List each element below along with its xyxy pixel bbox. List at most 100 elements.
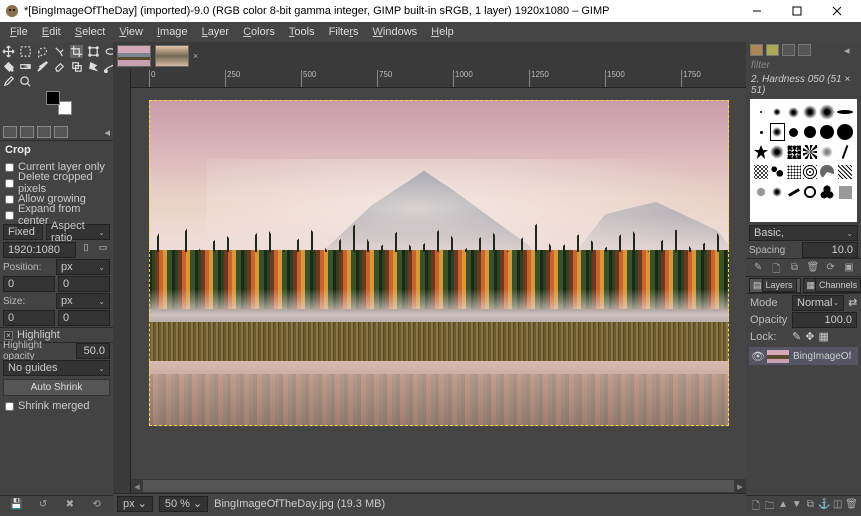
horizontal-scrollbar[interactable]: ◂ ▸ (131, 479, 746, 493)
tab-menu-icon[interactable]: ◂ (104, 126, 110, 138)
delete-cropped-checkbox[interactable] (5, 179, 14, 188)
brush-item[interactable] (837, 163, 853, 181)
reset-options-icon[interactable]: ⟲ (91, 499, 103, 511)
canvas-image[interactable] (149, 100, 729, 426)
scroll-left-icon[interactable]: ◂ (131, 480, 143, 493)
move-tool-icon[interactable] (2, 45, 15, 58)
crop-tool-icon[interactable] (70, 45, 83, 58)
transform-tool-icon[interactable] (87, 45, 100, 58)
menu-image[interactable]: Image (151, 24, 194, 40)
brush-item[interactable] (787, 163, 801, 181)
menu-edit[interactable]: Edit (36, 24, 67, 40)
orientation-landscape-icon[interactable]: ▭ (96, 242, 110, 258)
current-layer-only-checkbox[interactable] (5, 163, 14, 172)
menu-colors[interactable]: Colors (237, 24, 281, 40)
size-h-input[interactable]: 0 (58, 310, 110, 326)
position-unit-select[interactable]: px⌄ (56, 259, 110, 275)
menu-file[interactable]: File (4, 24, 34, 40)
delete-brush-icon[interactable]: 🗑 (807, 262, 819, 274)
lock-position-icon[interactable]: ✥ (805, 330, 814, 343)
images-tab-icon[interactable] (54, 126, 68, 138)
brush-item-selected[interactable] (770, 123, 784, 141)
aspect-ratio-input[interactable]: 1920:1080 (3, 242, 76, 258)
delete-layer-icon[interactable]: 🗑 (845, 499, 857, 511)
smudge-tool-icon[interactable] (87, 60, 100, 73)
shrink-merged-checkbox[interactable] (5, 402, 14, 411)
brush-item[interactable] (837, 103, 853, 121)
paintbrush-tool-icon[interactable] (36, 60, 49, 73)
scroll-right-icon[interactable]: ▸ (734, 480, 746, 493)
color-picker-tool-icon[interactable] (2, 75, 15, 88)
visibility-eye-icon[interactable]: 👁 (751, 350, 763, 363)
close-tab-icon[interactable]: × (193, 51, 203, 61)
brush-item[interactable] (770, 103, 784, 121)
brush-item[interactable] (803, 163, 817, 181)
brush-item[interactable] (754, 163, 768, 181)
brush-item[interactable] (803, 123, 817, 141)
new-group-icon[interactable]: 🗀 (763, 499, 775, 511)
patterns-tab-icon[interactable] (766, 44, 779, 56)
brushes-tab-icon[interactable] (750, 44, 763, 56)
horizontal-ruler[interactable]: 0 250 500 750 1000 1250 1500 1750 (131, 70, 746, 88)
brush-item[interactable] (754, 103, 768, 121)
vertical-ruler[interactable] (113, 70, 131, 493)
allow-growing-checkbox[interactable] (5, 195, 14, 204)
merge-layer-icon[interactable]: ⚓ (818, 499, 830, 511)
zoom-tool-icon[interactable] (19, 75, 32, 88)
brush-item[interactable] (770, 183, 784, 201)
mode-select[interactable]: Normal⌄ (792, 295, 844, 311)
duplicate-brush-icon[interactable]: ⧉ (788, 262, 800, 274)
brush-item[interactable] (787, 103, 801, 121)
position-x-input[interactable]: 0 (3, 276, 55, 292)
gradient-tool-icon[interactable] (19, 60, 32, 73)
new-layer-icon[interactable]: 🗋 (750, 499, 762, 511)
eraser-tool-icon[interactable] (53, 60, 66, 73)
auto-shrink-button[interactable]: Auto Shrink (3, 379, 110, 396)
brush-item[interactable] (819, 183, 835, 201)
new-brush-icon[interactable]: 🗋 (770, 262, 782, 274)
unit-select[interactable]: px⌄ (117, 496, 153, 512)
lower-layer-icon[interactable]: ▼ (791, 499, 803, 511)
image-tab-1[interactable] (117, 45, 151, 67)
refresh-brushes-icon[interactable]: ⟳ (825, 262, 837, 274)
menu-tools[interactable]: Tools (283, 24, 321, 40)
brush-item[interactable] (819, 123, 835, 141)
lock-alpha-icon[interactable]: ▦ (818, 330, 828, 343)
device-status-tab-icon[interactable] (20, 126, 34, 138)
brush-item[interactable] (819, 163, 835, 181)
layer-item[interactable]: 👁 BingImageOf (749, 347, 858, 365)
fuzzy-select-tool-icon[interactable] (53, 45, 66, 58)
menu-windows[interactable]: Windows (367, 24, 424, 40)
fg-bg-colors[interactable] (46, 91, 72, 115)
expand-from-center-checkbox[interactable] (5, 211, 14, 220)
highlight-toggle[interactable]: × (4, 331, 13, 340)
maximize-button[interactable] (777, 0, 817, 22)
duplicate-layer-icon[interactable]: ⧉ (804, 499, 816, 511)
brush-item[interactable] (837, 123, 853, 141)
scroll-handle[interactable] (143, 480, 734, 492)
fonts-tab-icon[interactable] (782, 44, 795, 56)
minimize-button[interactable] (737, 0, 777, 22)
brush-item[interactable] (787, 123, 801, 141)
fixed-toggle[interactable]: Fixed (3, 224, 43, 240)
edit-brush-icon[interactable]: ✎ (752, 262, 764, 274)
spacing-input[interactable]: 10.0 (802, 242, 858, 258)
history-tab-icon[interactable] (798, 44, 811, 56)
brush-item[interactable] (770, 143, 784, 161)
menu-select[interactable]: Select (69, 24, 112, 40)
menu-help[interactable]: Help (425, 24, 460, 40)
mask-layer-icon[interactable]: ◫ (832, 499, 844, 511)
brush-item[interactable] (837, 183, 853, 201)
bucket-tool-icon[interactable] (2, 60, 15, 73)
brush-preset-select[interactable]: Basic,⌄ (749, 225, 858, 241)
position-y-input[interactable]: 0 (58, 276, 110, 292)
orientation-portrait-icon[interactable]: ▯ (79, 242, 93, 258)
free-select-tool-icon[interactable] (36, 45, 49, 58)
open-as-image-icon[interactable]: ▣ (843, 262, 855, 274)
brush-item[interactable] (770, 163, 784, 181)
brush-item[interactable] (819, 103, 835, 121)
tool-options-tab-icon[interactable] (3, 126, 17, 138)
delete-options-icon[interactable]: ✖ (64, 499, 76, 511)
brush-item[interactable] (803, 143, 817, 161)
size-unit-select[interactable]: px⌄ (56, 293, 110, 309)
